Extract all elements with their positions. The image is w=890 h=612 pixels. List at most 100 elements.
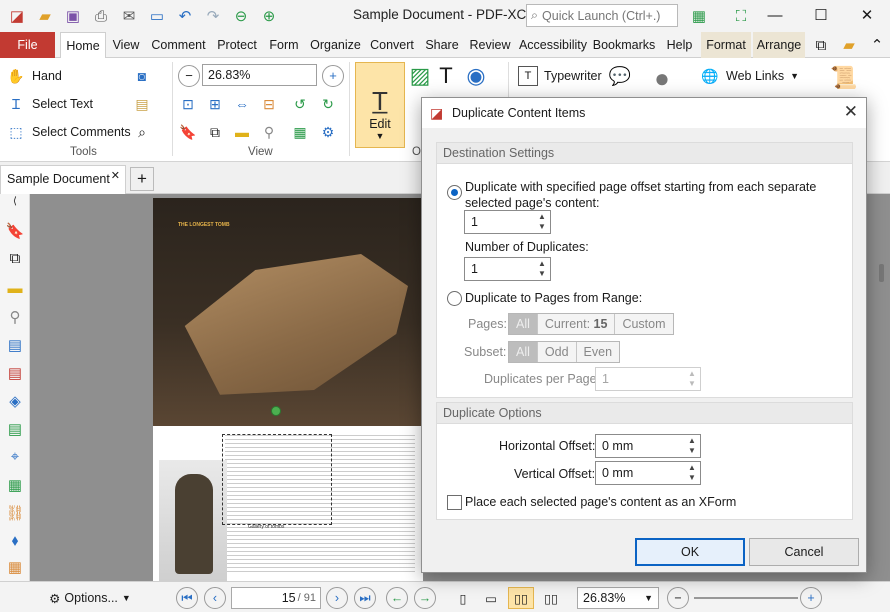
close-icon[interactable]: ✕ xyxy=(111,169,120,182)
subset-all-option[interactable]: All xyxy=(509,342,538,362)
stepper-arrows-icon[interactable]: ▲ ▼ xyxy=(536,212,548,232)
scroll-thumb[interactable] xyxy=(879,264,884,282)
add-image-icon[interactable]: ▨ xyxy=(410,63,431,88)
tab-format[interactable]: Format xyxy=(701,32,751,58)
snapshot-icon[interactable]: ◙ xyxy=(132,66,152,86)
zoom-in-button[interactable]: + xyxy=(800,587,822,609)
layers-icon[interactable]: ◈ xyxy=(5,392,25,412)
zoom-out-button[interactable]: − xyxy=(178,65,200,87)
web-links-tool[interactable]: 🌐 Web Links ▼ xyxy=(700,66,799,86)
tab-protect[interactable]: Protect xyxy=(213,32,261,58)
tab-share[interactable]: Share xyxy=(422,32,462,58)
first-page-button[interactable]: ⏮ xyxy=(176,587,198,609)
tag-icon[interactable]: ⬧ xyxy=(5,532,25,552)
tab-bookmarks[interactable]: Bookmarks xyxy=(591,32,657,58)
horizontal-offset-stepper[interactable]: 0 mm ▲ ▼ xyxy=(595,434,701,458)
find-icon[interactable]: ⌕ xyxy=(132,122,152,142)
pages-current-option[interactable]: Current: 15 xyxy=(538,314,616,334)
maximize-button[interactable]: ☐ xyxy=(798,0,844,30)
cancel-button[interactable]: Cancel xyxy=(749,538,859,566)
subset-odd-option[interactable]: Odd xyxy=(538,342,577,362)
zoom-out-button[interactable]: − xyxy=(667,587,689,609)
forward-icon[interactable]: ⊕ xyxy=(256,4,282,28)
content-icon[interactable]: ▤ xyxy=(5,420,25,440)
zoom-input[interactable]: 26.83% xyxy=(202,64,317,86)
destinations-icon[interactable]: ▦ xyxy=(290,122,310,142)
collapse-ribbon-icon[interactable]: ⌃ xyxy=(864,33,890,57)
typewriter-tool[interactable]: T Typewriter xyxy=(518,66,602,86)
customize-icon[interactable]: ▦ xyxy=(686,4,712,28)
tab-help[interactable]: Help xyxy=(662,32,697,58)
close-button[interactable]: ✕ xyxy=(844,0,890,30)
tab-form[interactable]: Form xyxy=(265,32,303,58)
status-zoom-select[interactable]: 26.83% ▼ xyxy=(577,587,659,609)
nav-back-button[interactable]: ← xyxy=(386,587,408,609)
comments-icon[interactable]: ▬ xyxy=(5,280,25,300)
rotate-left-icon[interactable]: ↺ xyxy=(290,94,310,114)
scan-icon[interactable]: ▭ xyxy=(144,4,170,28)
last-page-button[interactable]: ⏭ xyxy=(354,587,376,609)
minimize-button[interactable]: — xyxy=(752,0,798,30)
sticky-note-icon[interactable]: 💬 xyxy=(609,66,631,86)
attachment-icon[interactable]: ⚲ xyxy=(259,122,279,142)
certificate-icon[interactable]: 📜 xyxy=(830,65,857,90)
rotate-handle[interactable] xyxy=(271,406,281,416)
selection-box[interactable] xyxy=(222,434,332,525)
tab-organize[interactable]: Organize xyxy=(307,32,364,58)
open-folder-icon[interactable]: ▰ xyxy=(32,4,58,28)
location-icon[interactable]: ⌖ xyxy=(5,448,25,468)
tab-home[interactable]: Home xyxy=(60,32,106,59)
facing-icon[interactable]: ▯▯ xyxy=(508,587,534,609)
xform-checkbox[interactable] xyxy=(447,495,462,510)
page-offset-radio[interactable] xyxy=(447,185,462,200)
add-shape-icon[interactable]: ◉ xyxy=(466,63,486,88)
next-page-button[interactable]: › xyxy=(326,587,348,609)
tab-review[interactable]: Review xyxy=(466,32,514,58)
grid-icon[interactable]: ▦ xyxy=(5,558,25,578)
clipboard-icon[interactable]: ▤ xyxy=(132,94,152,114)
select-comments-tool[interactable]: ⬚ Select Comments xyxy=(6,122,130,142)
properties-icon[interactable]: ⚙ xyxy=(318,122,338,142)
continuous-icon[interactable]: ▭ xyxy=(480,587,502,609)
pages-custom-option[interactable]: Custom xyxy=(615,314,672,334)
back-icon[interactable]: ⊖ xyxy=(228,4,254,28)
signatures-icon[interactable]: ▤ xyxy=(5,364,25,384)
vertical-offset-stepper[interactable]: 0 mm ▲ ▼ xyxy=(595,461,701,485)
edit-button[interactable]: T̲ Edit ▼ xyxy=(355,62,405,148)
fit-width-icon[interactable]: ⇔ xyxy=(232,94,252,114)
tab-arrange[interactable]: Arrange xyxy=(753,32,805,58)
rotate-right-icon[interactable]: ↻ xyxy=(318,94,338,114)
zoom-in-button[interactable]: + xyxy=(322,65,344,87)
new-tab-button[interactable]: + xyxy=(130,167,154,191)
tab-convert[interactable]: Convert xyxy=(366,32,418,58)
xform-label[interactable]: Place each selected page's content as an… xyxy=(465,495,736,509)
structure-icon[interactable]: ▦ xyxy=(5,476,25,496)
tab-accessibility[interactable]: Accessibility xyxy=(517,32,589,58)
actual-size-icon[interactable]: ⊡ xyxy=(178,94,198,114)
close-icon[interactable]: ✕ xyxy=(844,102,858,122)
comments-icon[interactable]: ▬ xyxy=(232,122,252,142)
page-offset-stepper[interactable]: 1 ▲ ▼ xyxy=(464,210,551,234)
fit-page-icon[interactable]: ⊞ xyxy=(205,94,225,114)
page-range-label[interactable]: Duplicate to Pages from Range: xyxy=(465,291,642,305)
tab-comment[interactable]: Comment xyxy=(147,32,210,58)
quick-launch-input[interactable]: ⌕ Quick Launch (Ctrl+.) xyxy=(526,4,678,27)
stepper-arrows-icon[interactable]: ▲ ▼ xyxy=(686,369,698,389)
find-doc-icon[interactable]: ⧉ xyxy=(808,33,834,57)
link-icon[interactable]: ⛓ xyxy=(5,504,25,524)
folder-search-icon[interactable]: ▰ xyxy=(836,33,862,57)
stepper-arrows-icon[interactable]: ▲ ▼ xyxy=(686,436,698,456)
print-icon[interactable]: ⎙ xyxy=(88,4,114,28)
dup-per-page-stepper[interactable]: 1 ▲ ▼ xyxy=(595,367,701,391)
options-button[interactable]: ⚙ Options... ▼ xyxy=(40,587,140,609)
redo-icon[interactable]: ↷ xyxy=(200,4,226,28)
undo-icon[interactable]: ↶ xyxy=(172,4,198,28)
select-text-tool[interactable]: Ɪ Select Text xyxy=(6,94,93,114)
subset-even-option[interactable]: Even xyxy=(577,342,620,362)
stamp-icon[interactable]: ● xyxy=(652,63,672,93)
bookmark-icon[interactable]: 🔖 xyxy=(178,122,198,142)
pages-icon[interactable]: ⧉ xyxy=(205,122,225,142)
zoom-slider[interactable] xyxy=(694,597,798,599)
page-offset-label[interactable]: Duplicate with specified page offset sta… xyxy=(465,179,835,211)
email-icon[interactable]: ✉ xyxy=(116,4,142,28)
